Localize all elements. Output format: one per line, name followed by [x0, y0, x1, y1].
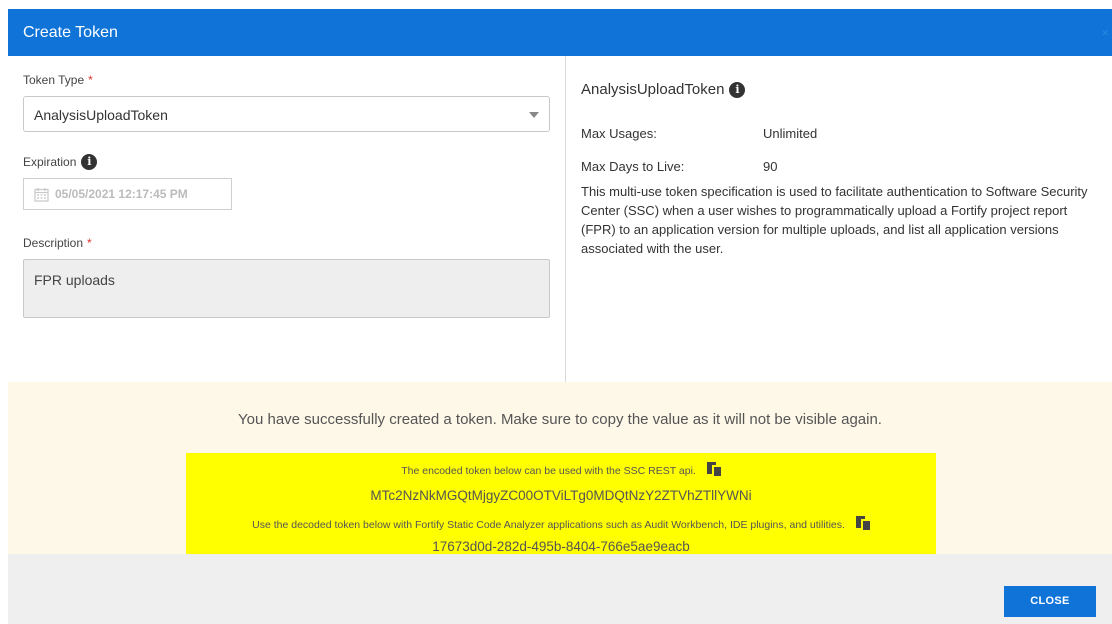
expiration-date-field[interactable]: 05/05/2021 12:17:45 PM: [23, 178, 232, 210]
close-button[interactable]: CLOSE: [1004, 586, 1096, 617]
token-type-label: Token Type *: [23, 73, 93, 87]
info-icon[interactable]: i: [81, 154, 98, 170]
token-description: This multi-use token specification is us…: [581, 184, 1088, 256]
chevron-down-icon: [529, 112, 539, 118]
copy-icon[interactable]: [855, 516, 870, 530]
token-form: Token Type * AnalysisUploadToken Expirat…: [8, 56, 565, 382]
token-info-panel: AnalysisUploadToken i Max Usages: Unlimi…: [565, 56, 1112, 382]
copy-icon[interactable]: [706, 462, 721, 476]
success-message: You have successfully created a token. M…: [238, 411, 882, 428]
token-type-label-text: Token Type: [23, 73, 85, 87]
close-icon[interactable]: ×: [1101, 26, 1109, 39]
expiration-label-text: Expiration: [23, 155, 77, 169]
expiration-label: Expiration i: [23, 154, 98, 170]
token-info-title: AnalysisUploadToken i: [581, 81, 746, 98]
decoded-token[interactable]: 17673d0d-282d-495b-8404-766e5ae9eacb: [186, 539, 936, 554]
max-usages-value: Unlimited: [763, 126, 818, 141]
encoded-token-note: The encoded token below can be used with…: [401, 465, 696, 477]
dialog-footer: CLOSE: [8, 554, 1112, 624]
required-marker: *: [87, 236, 92, 250]
token-type-value: AnalysisUploadToken: [34, 107, 168, 123]
token-values-box: The encoded token below can be used with…: [186, 453, 936, 559]
description-label: Description *: [23, 236, 92, 250]
dialog-title: Create Token: [23, 24, 118, 41]
decoded-token-note-row: Use the decoded token below with Fortify…: [186, 516, 936, 531]
description-label-text: Description: [23, 236, 84, 250]
max-days-label: Max Days to Live:: [581, 159, 685, 174]
dialog-titlebar: Create Token ×: [8, 9, 1112, 56]
max-usages-label: Max Usages:: [581, 126, 657, 141]
encoded-token-note-row: The encoded token below can be used with…: [186, 462, 936, 477]
create-token-dialog: Create Token × Token Type * AnalysisUplo…: [8, 9, 1112, 624]
expiration-value: 05/05/2021 12:17:45 PM: [55, 187, 188, 201]
decoded-token-note: Use the decoded token below with Fortify…: [252, 519, 845, 531]
description-textarea[interactable]: FPR uploads: [23, 259, 550, 318]
calendar-icon: [34, 187, 49, 202]
required-marker: *: [88, 73, 93, 87]
max-days-value: 90: [763, 159, 778, 174]
token-info-title-text: AnalysisUploadToken: [581, 81, 725, 98]
description-value: FPR uploads: [34, 272, 115, 288]
token-type-select[interactable]: AnalysisUploadToken: [23, 96, 550, 132]
encoded-token[interactable]: MTc2NzNkMGQtMjgyZC00OTViLTg0MDQtNzY2ZTVh…: [186, 488, 936, 503]
success-banner: You have successfully created a token. M…: [8, 382, 1112, 559]
info-icon[interactable]: i: [729, 81, 746, 98]
